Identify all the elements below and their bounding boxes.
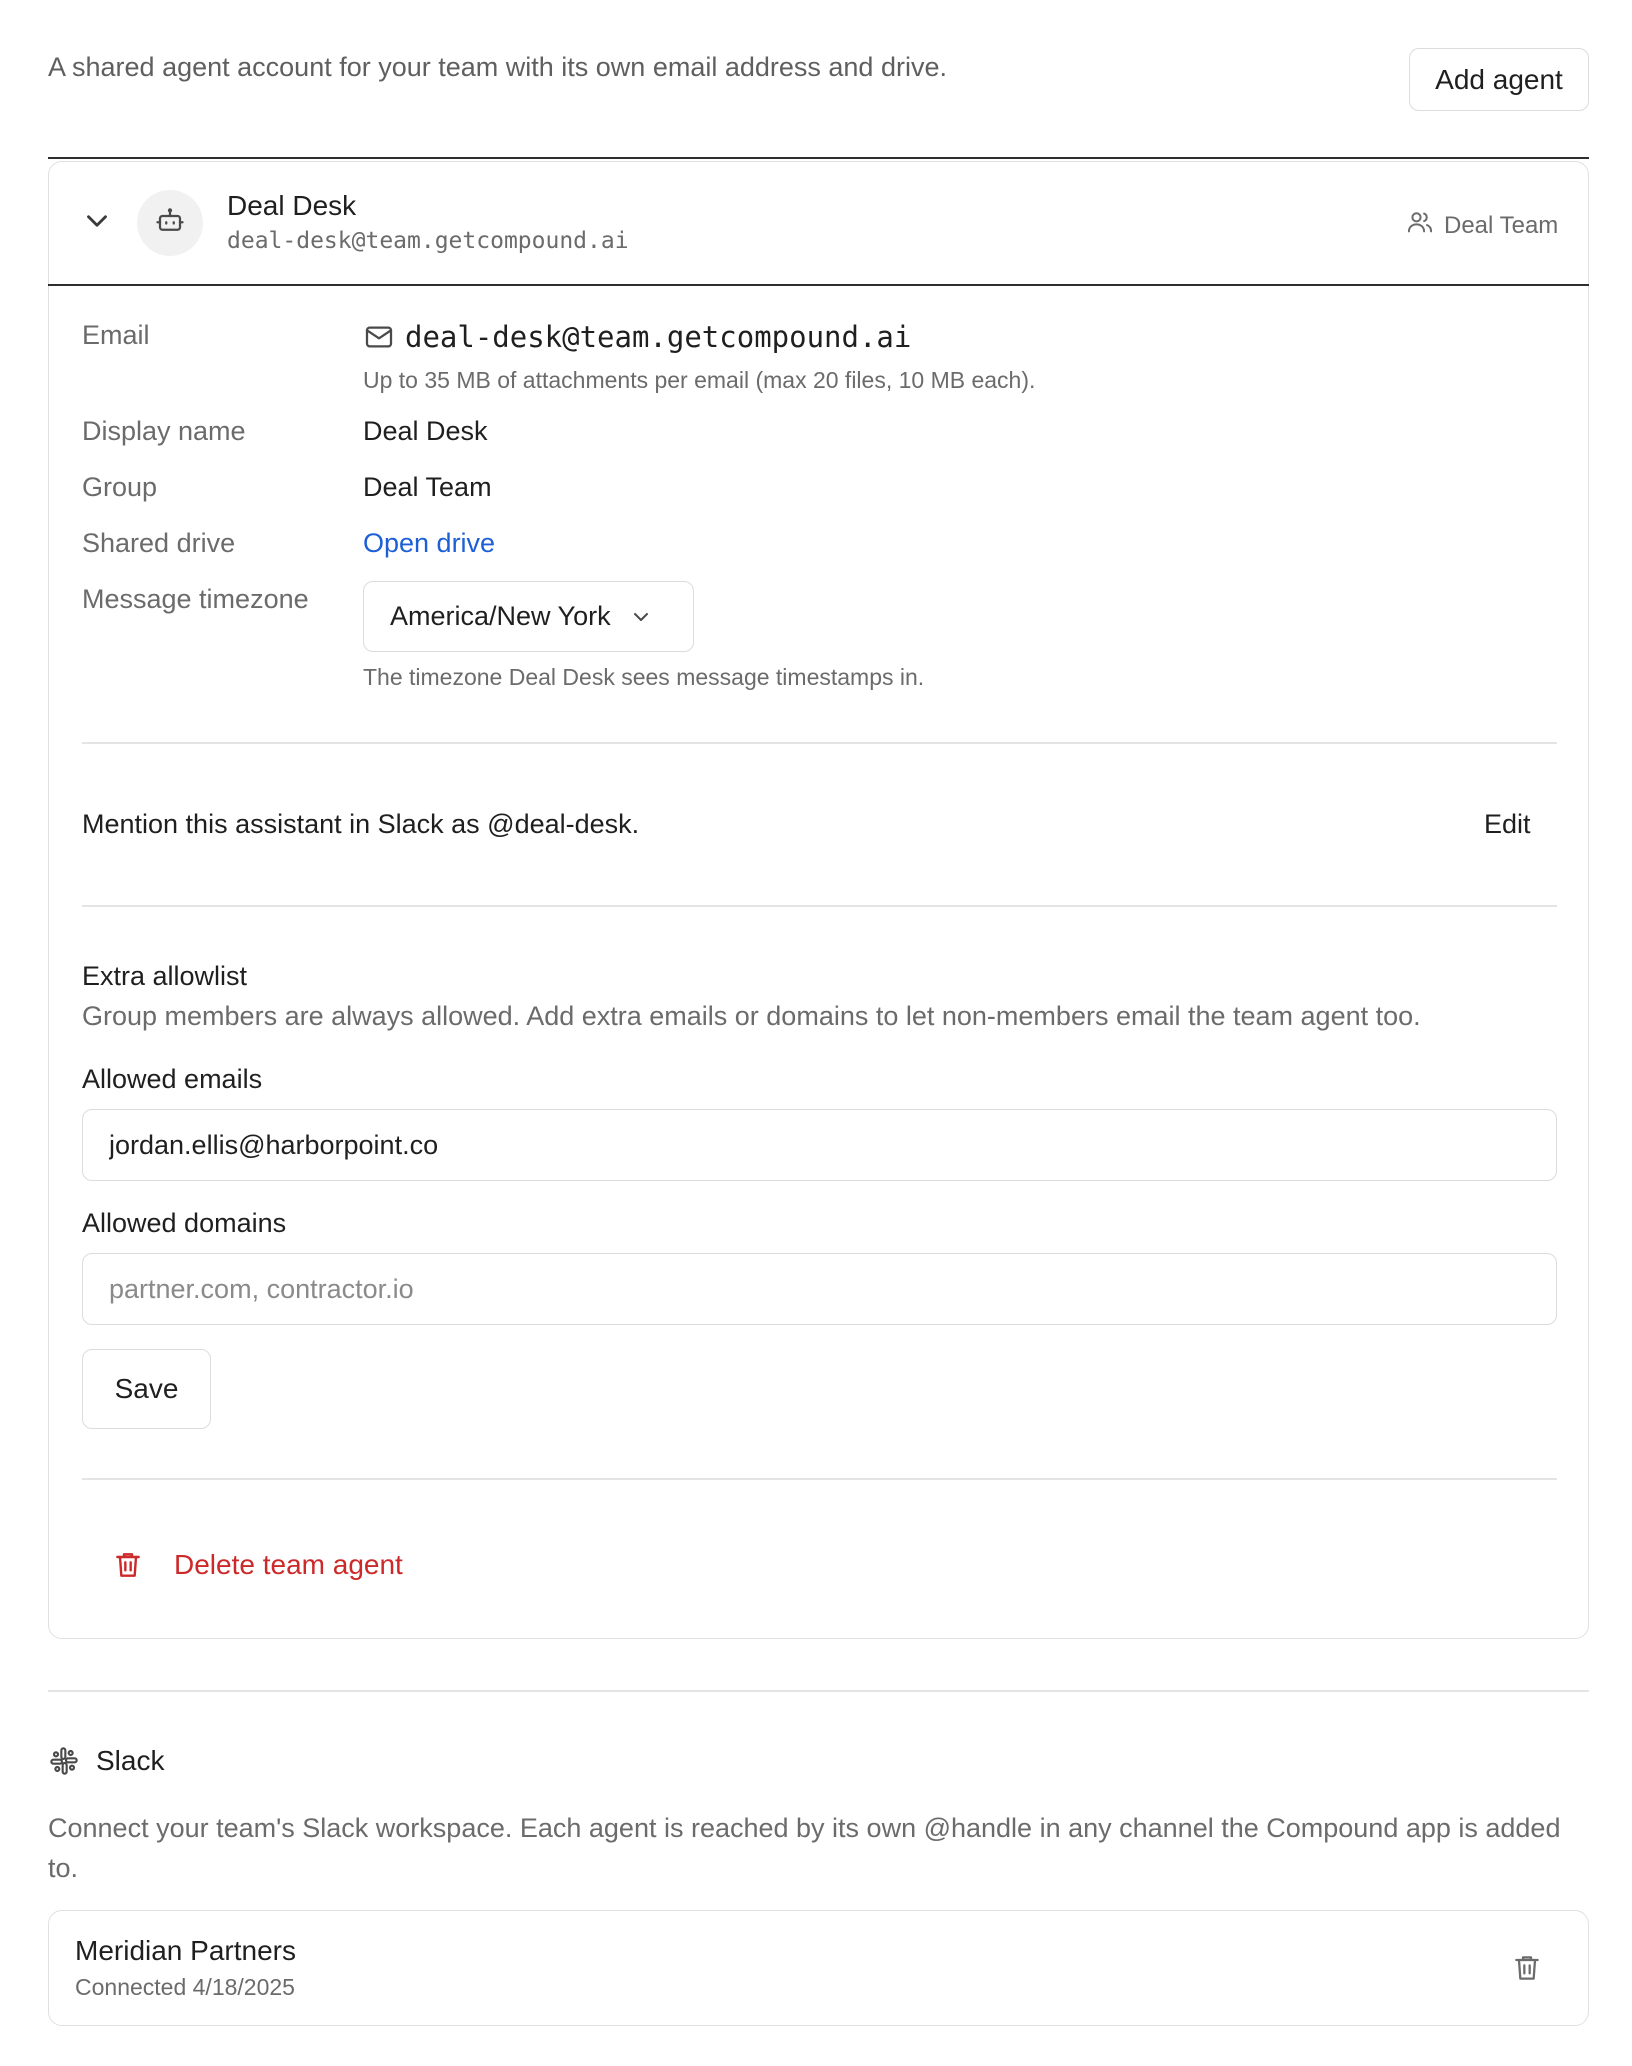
divider — [82, 905, 1557, 907]
timezone-value: America/New York — [390, 601, 611, 631]
allowed-domains-label: Allowed domains — [82, 1208, 287, 1238]
group-tag-label: Deal Team — [1444, 211, 1559, 239]
workspace-status: Connected 4/18/2025 — [75, 1974, 295, 2000]
allowlist-title: Extra allowlist — [82, 961, 248, 991]
chevron-down-icon[interactable] — [80, 204, 114, 238]
agent-name: Deal Desk — [227, 190, 357, 221]
chevron-down-icon — [629, 605, 653, 629]
timezone-note: The timezone Deal Desk sees message time… — [363, 664, 925, 690]
trash-icon[interactable] — [1511, 1952, 1543, 1984]
email-address: deal-desk@team.getcompound.ai — [405, 320, 912, 354]
divider — [82, 742, 1557, 744]
slack-mention-text: Mention this assistant in Slack as @deal… — [82, 809, 640, 839]
users-icon — [1406, 208, 1434, 243]
slack-description: Connect your team's Slack workspace. Eac… — [48, 1813, 1561, 1883]
open-drive-link[interactable]: Open drive — [363, 528, 495, 559]
divider — [48, 1690, 1589, 1692]
allowlist-description: Group members are always allowed. Add ex… — [82, 1001, 1421, 1031]
group-label: Group — [82, 472, 158, 502]
allowed-domains-input[interactable] — [82, 1253, 1557, 1325]
allowed-emails-input[interactable] — [82, 1109, 1557, 1181]
email-value: deal-desk@team.getcompound.ai — [363, 320, 911, 354]
divider — [82, 1478, 1557, 1480]
save-button[interactable]: Save — [82, 1349, 211, 1429]
allowed-emails-label: Allowed emails — [82, 1064, 263, 1094]
slack-icon — [48, 1745, 80, 1777]
slack-section-header: Slack — [48, 1745, 164, 1777]
delete-team-agent-button[interactable]: Delete team agent — [112, 1549, 403, 1581]
attachment-note: Up to 35 MB of attachments per email (ma… — [363, 367, 1036, 393]
mail-icon — [363, 321, 395, 353]
divider — [48, 284, 1589, 286]
trash-icon — [112, 1549, 144, 1581]
delete-team-agent-label: Delete team agent — [174, 1549, 403, 1580]
workspace-name: Meridian Partners — [75, 1935, 296, 1966]
display-name-value: Deal Desk — [363, 416, 488, 446]
slack-workspace-card — [48, 1910, 1589, 2026]
display-name-label: Display name — [82, 416, 246, 446]
agent-avatar — [137, 190, 203, 256]
group-tag: Deal Team — [1406, 208, 1558, 243]
divider — [48, 157, 1589, 159]
robot-icon — [155, 206, 185, 241]
agent-email: deal-desk@team.getcompound.ai — [227, 228, 629, 254]
timezone-label: Message timezone — [82, 584, 309, 614]
shared-drive-label: Shared drive — [82, 528, 236, 558]
slack-title: Slack — [96, 1745, 165, 1776]
page-description: A shared agent account for your team wit… — [48, 52, 947, 82]
add-agent-button[interactable]: Add agent — [1409, 48, 1589, 111]
timezone-select[interactable]: America/New York — [363, 581, 694, 652]
group-value: Deal Team — [363, 472, 492, 502]
edit-mention-button[interactable]: Edit — [1484, 809, 1531, 840]
email-label: Email — [82, 320, 150, 350]
open-drive-link-text[interactable]: Open drive — [363, 528, 495, 558]
